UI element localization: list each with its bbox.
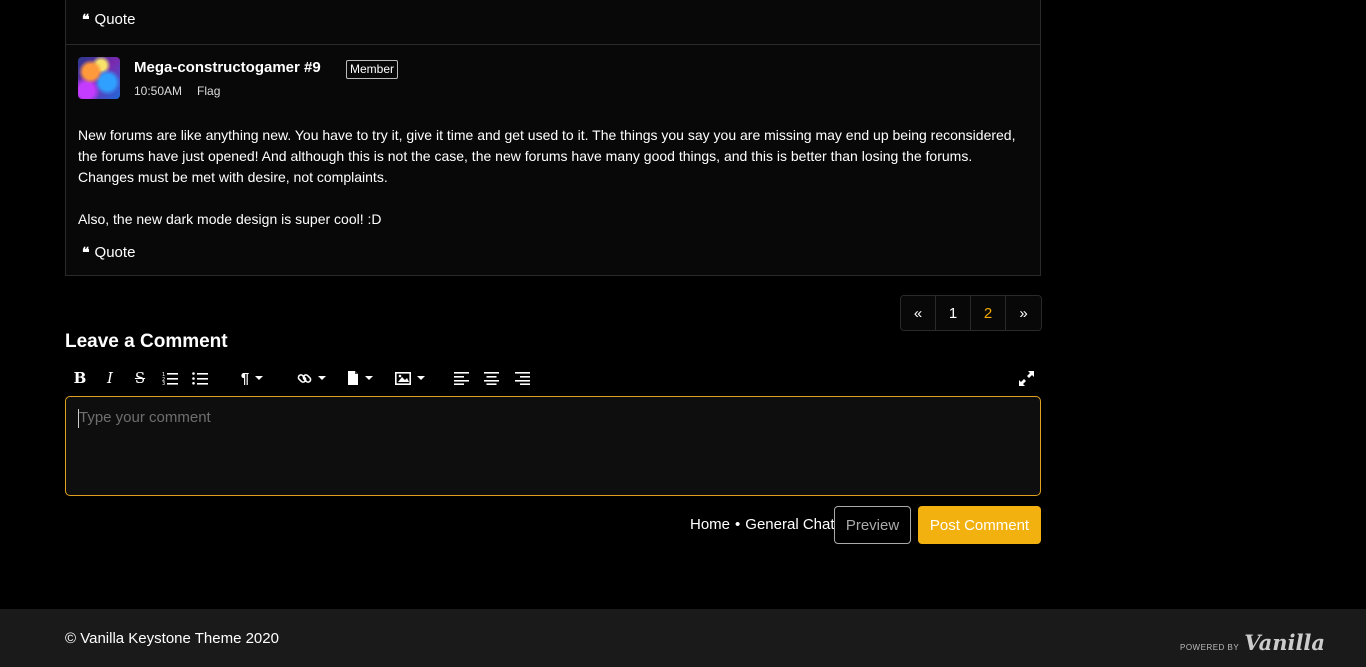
pagination-page-2[interactable]: 2 — [971, 296, 1006, 330]
comment-meta: 10:50AM Flag — [134, 84, 220, 98]
paragraph-format-icon[interactable]: ¶ — [235, 366, 269, 390]
editor-toolbar: B I S 123 ¶ — [65, 366, 1041, 390]
breadcrumb-home[interactable]: Home — [690, 516, 730, 533]
author-name[interactable]: Mega-constructogamer #9 — [134, 59, 321, 76]
italic-icon[interactable]: I — [102, 366, 118, 390]
file-icon[interactable] — [343, 366, 377, 390]
flag-link[interactable]: Flag — [197, 84, 220, 98]
fullscreen-icon[interactable] — [1017, 366, 1035, 390]
image-icon[interactable] — [392, 366, 428, 390]
comment-paragraph: New forums are like anything new. You ha… — [78, 127, 1016, 185]
bullet-list-icon[interactable] — [191, 366, 209, 390]
comment-item: Mega-constructogamer #9 Member 10:50AM F… — [65, 44, 1041, 276]
comment-placeholder: Type your comment — [79, 409, 211, 426]
comment-paragraph: Also, the new dark mode design is super … — [78, 211, 382, 227]
align-center-icon[interactable] — [483, 366, 499, 390]
svg-text:3: 3 — [162, 381, 165, 385]
footer-copyright: © Vanilla Keystone Theme 2020 — [65, 630, 279, 647]
quote-label: Quote — [94, 244, 136, 261]
chevron-down-icon — [255, 376, 264, 380]
post-comment-button[interactable]: Post Comment — [918, 506, 1041, 544]
pagination-next[interactable]: » — [1006, 296, 1041, 330]
bold-icon[interactable]: B — [72, 366, 88, 390]
comment-body: New forums are like anything new. You ha… — [78, 125, 1023, 230]
footer: © Vanilla Keystone Theme 2020 POWERED BY… — [0, 609, 1366, 667]
avatar[interactable] — [78, 57, 120, 99]
breadcrumb: Home • General Chat — [690, 516, 835, 533]
comment-editor[interactable]: Type your comment — [65, 396, 1041, 496]
align-right-icon[interactable] — [514, 366, 530, 390]
quote-icon: ❝ — [82, 11, 89, 28]
quote-button[interactable]: ❝ Quote — [82, 11, 135, 28]
breadcrumb-separator: • — [735, 516, 741, 533]
pagination: « 1 2 » — [900, 295, 1042, 331]
align-left-icon[interactable] — [453, 366, 469, 390]
ordered-list-icon[interactable]: 123 — [161, 366, 179, 390]
pagination-page-1[interactable]: 1 — [936, 296, 971, 330]
powered-by-label: POWERED BY — [1180, 643, 1240, 652]
pagination-prev[interactable]: « — [901, 296, 936, 330]
quote-icon: ❝ — [82, 244, 89, 261]
quote-button[interactable]: ❝ Quote — [82, 244, 135, 261]
previous-comment: ❝ Quote — [65, 0, 1041, 45]
breadcrumb-category[interactable]: General Chat — [745, 516, 834, 533]
role-badge: Member — [346, 60, 399, 79]
chevron-down-icon — [417, 376, 425, 380]
vanilla-logo: Vanilla — [1244, 630, 1326, 655]
chevron-down-icon — [365, 376, 373, 380]
comment-time[interactable]: 10:50AM — [134, 84, 182, 98]
powered-by-logo[interactable]: POWERED BY Vanilla — [1180, 630, 1326, 655]
strikethrough-icon[interactable]: S — [132, 366, 148, 390]
leave-comment-title: Leave a Comment — [65, 331, 228, 352]
preview-button[interactable]: Preview — [834, 506, 911, 544]
quote-label: Quote — [94, 11, 136, 28]
chevron-down-icon — [317, 376, 326, 380]
link-icon[interactable] — [293, 366, 329, 390]
